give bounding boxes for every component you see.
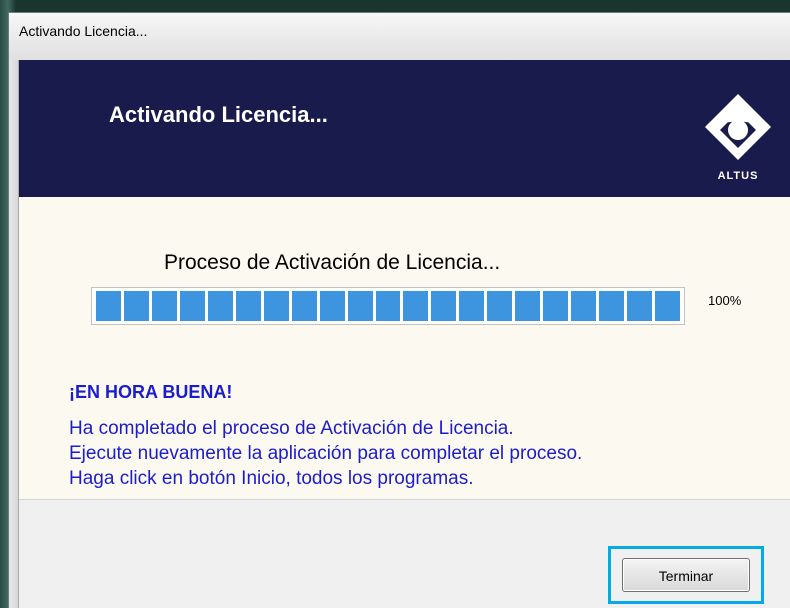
completion-message-line: Ejecute nuevamente la aplicación para co… [69, 443, 583, 464]
congratulations-heading: ¡EN HORA BUENA! [69, 382, 233, 402]
progress-percent: 100% [708, 293, 742, 308]
button-highlight-frame: Terminar [608, 546, 764, 604]
progress-block [235, 291, 261, 321]
progress-block [571, 291, 597, 321]
progress-block [123, 291, 149, 321]
activation-content: Proceso de Activación de Licencia... 100… [19, 197, 790, 500]
window-left-frame [9, 60, 19, 608]
dialog-footer: Terminar [19, 500, 790, 608]
progress-block [403, 291, 429, 321]
window-client-area: Activando Licencia... ALTUS Proceso de A… [19, 60, 790, 608]
desktop-background: Activando Licencia... Activando Licencia… [0, 0, 790, 608]
altus-logo-text: ALTUS [717, 170, 759, 182]
progress-block [96, 291, 121, 321]
progress-block [207, 291, 233, 321]
progress-block [263, 291, 289, 321]
altus-logo-icon [701, 86, 775, 160]
process-title: Proceso de Activación de Licencia... [164, 251, 501, 274]
progress-block [599, 291, 625, 321]
progress-block [347, 291, 373, 321]
altus-logo: ALTUS [699, 86, 777, 184]
progress-block [291, 291, 317, 321]
window-title: Activando Licencia... [19, 23, 148, 39]
progress-block [151, 291, 177, 321]
completion-message-line: Ha completado el proceso de Activación d… [69, 418, 514, 439]
progress-block [431, 291, 457, 321]
progress-block [319, 291, 345, 321]
progress-block [375, 291, 401, 321]
progress-block [459, 291, 485, 321]
progress-block [179, 291, 205, 321]
completion-message-line: Haga click en botón Inicio, todos los pr… [69, 468, 474, 489]
terminar-button[interactable]: Terminar [622, 558, 750, 592]
window-titlebar[interactable]: Activando Licencia... [9, 13, 790, 61]
progress-block [655, 291, 681, 321]
banner-title: Activando Licencia... [109, 102, 328, 127]
progress-block [515, 291, 541, 321]
progress-block [543, 291, 569, 321]
header-banner: Activando Licencia... ALTUS [19, 60, 790, 197]
progress-block [487, 291, 513, 321]
activation-progress-bar [91, 287, 685, 325]
license-activation-window: Activando Licencia... Activando Licencia… [8, 12, 790, 608]
progress-block [627, 291, 653, 321]
